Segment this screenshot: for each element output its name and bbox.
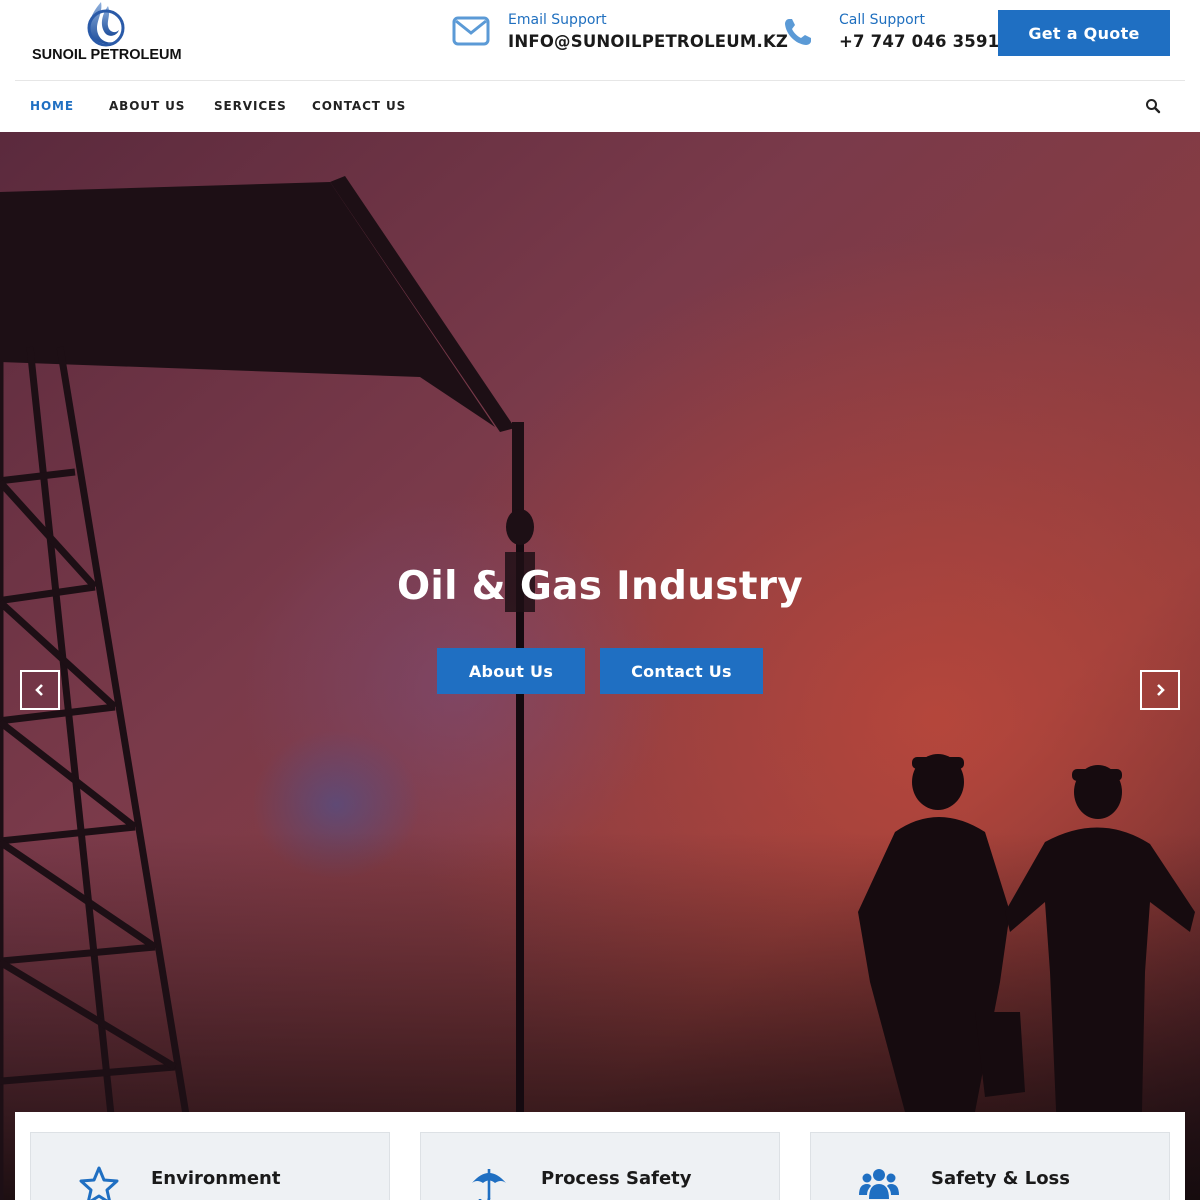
- hero-slider: Oil & Gas Industry About Us Contact Us: [0, 132, 1200, 1200]
- brand-name: SUNOIL PETROLEUM: [32, 47, 182, 63]
- nav-item-about-us[interactable]: ABOUT US: [109, 99, 185, 113]
- nav-item-contact-us[interactable]: CONTACT US: [312, 99, 406, 113]
- contact-us-button[interactable]: Contact Us: [600, 648, 763, 694]
- users-icon: [859, 1169, 899, 1199]
- chevron-right-icon: [1157, 684, 1165, 696]
- main-nav: HOME ABOUT US SERVICES CONTACT US: [0, 81, 1200, 132]
- feature-card-process-safety[interactable]: Process Safety: [420, 1132, 780, 1200]
- flame-logo-icon: [87, 2, 125, 47]
- slider-prev-button[interactable]: [20, 670, 60, 710]
- brand-logo[interactable]: SUNOIL PETROLEUM: [30, 0, 182, 66]
- feature-title: Process Safety: [541, 1168, 692, 1189]
- feature-title: Environment: [151, 1168, 281, 1189]
- hero-title: Oil & Gas Industry: [396, 564, 804, 609]
- slider-next-button[interactable]: [1140, 670, 1180, 710]
- email-support[interactable]: Email Support INFO@SUNOILPETROLEUM.KZ: [452, 10, 788, 58]
- phone-icon: [785, 19, 811, 45]
- call-support[interactable]: Call Support +7 747 046 3591: [782, 10, 999, 58]
- about-us-button[interactable]: About Us: [437, 648, 585, 694]
- chevron-left-icon: [35, 684, 43, 696]
- features-section: Environment Process Safety Safety & Loss: [15, 1112, 1185, 1200]
- feature-card-environment[interactable]: Environment: [30, 1132, 390, 1200]
- call-support-label: Call Support: [839, 12, 925, 28]
- email-address[interactable]: INFO@SUNOILPETROLEUM.KZ: [508, 32, 788, 51]
- umbrella-icon: [472, 1169, 506, 1200]
- feature-card-safety-loss[interactable]: Safety & Loss: [810, 1132, 1170, 1200]
- feature-title: Safety & Loss: [931, 1168, 1070, 1189]
- phone-number[interactable]: +7 747 046 3591: [839, 32, 999, 51]
- site-header: SUNOIL PETROLEUM Email Support INFO@SUNO…: [0, 0, 1200, 80]
- envelope-icon: [452, 16, 490, 46]
- star-icon: [79, 1166, 119, 1200]
- get-a-quote-button[interactable]: Get a Quote: [998, 10, 1170, 56]
- email-support-label: Email Support: [508, 12, 607, 28]
- nav-item-home[interactable]: HOME: [30, 99, 74, 113]
- nav-item-services[interactable]: SERVICES: [214, 99, 287, 113]
- search-icon[interactable]: [1145, 98, 1161, 114]
